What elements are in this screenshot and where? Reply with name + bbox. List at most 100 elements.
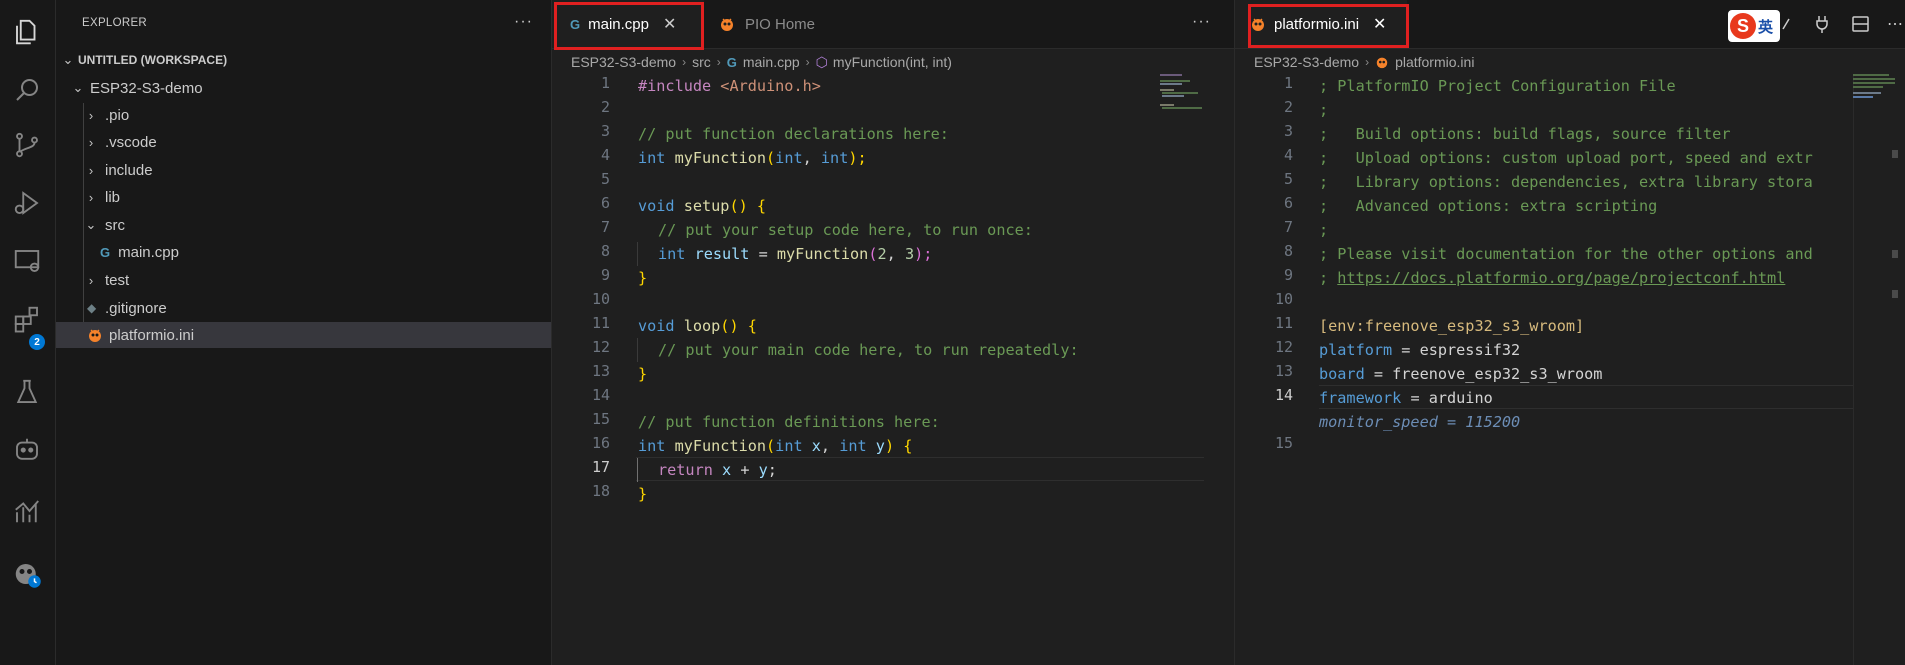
line-number-current: 14 xyxy=(1274,386,1293,404)
minimap[interactable] xyxy=(1845,74,1899,104)
tree-item-label: main.cpp xyxy=(118,243,179,261)
code-line: ; xyxy=(1319,101,1329,119)
chevron-right-icon: › xyxy=(88,189,94,205)
search-icon[interactable] xyxy=(9,72,45,108)
breadcrumb-item[interactable]: ESP32-S3-demo xyxy=(571,54,676,70)
overview-ruler-mark xyxy=(1892,150,1898,158)
tab-pio-home[interactable]: PIO Home xyxy=(707,0,907,48)
workspace-label: UNTITLED (WORKSPACE) xyxy=(78,53,228,67)
breadcrumb-item[interactable]: ESP32-S3-demo xyxy=(1254,54,1359,70)
line-number: 11 xyxy=(1274,314,1293,332)
line-number: 13 xyxy=(1274,362,1293,380)
code-line: void loop() { xyxy=(638,317,757,335)
explorer-icon[interactable] xyxy=(9,14,45,50)
workspace-header[interactable]: ⌄ UNTITLED (WORKSPACE) xyxy=(56,47,551,73)
copilot-icon[interactable] xyxy=(9,432,45,468)
tree-item-vscode[interactable]: › .vscode xyxy=(56,129,551,155)
highlight-box xyxy=(1248,4,1409,48)
code-line: ; Build options: build flags, source fil… xyxy=(1319,125,1731,143)
minimap[interactable] xyxy=(1160,74,1210,114)
activity-bar: 2 xyxy=(0,0,56,665)
extensions-icon[interactable] xyxy=(9,301,45,337)
tree-item-label: .gitignore xyxy=(105,299,167,317)
split-editor-icon[interactable] xyxy=(1851,14,1871,34)
remote-explorer-icon[interactable] xyxy=(9,243,45,279)
charts-icon[interactable] xyxy=(9,493,45,529)
line-number: 18 xyxy=(591,482,610,500)
platformio-icon[interactable] xyxy=(9,556,45,592)
code-area[interactable]: ; PlatformIO Project Configuration File … xyxy=(1319,74,1853,614)
tree-item-gitignore[interactable]: ◆ .gitignore xyxy=(56,295,551,321)
code-line: ; Upload options: custom upload port, sp… xyxy=(1319,149,1813,167)
line-number: 10 xyxy=(1274,290,1293,308)
line-number: 10 xyxy=(591,290,610,308)
overview-ruler-mark xyxy=(1892,290,1898,298)
testing-icon[interactable] xyxy=(9,374,45,410)
code-line: int result = myFunction(2, 3); xyxy=(658,245,933,263)
line-number: 15 xyxy=(591,410,610,428)
code-line: ; Library options: dependencies, extra l… xyxy=(1319,173,1813,191)
breadcrumb-item[interactable]: main.cpp xyxy=(743,54,800,70)
breadcrumb: ESP32-S3-demo › src › G main.cpp › ⬡ myF… xyxy=(571,53,952,71)
highlight-box xyxy=(554,2,704,50)
check-icon[interactable] xyxy=(1781,15,1797,33)
code-line: #include <Arduino.h> xyxy=(638,77,821,95)
code-line: } xyxy=(638,485,648,503)
platformio-file-icon xyxy=(1376,57,1388,69)
line-number: 8 xyxy=(600,242,610,260)
breadcrumb-item[interactable]: platformio.ini xyxy=(1395,54,1474,70)
chevron-right-icon: › xyxy=(88,272,94,288)
vertical-scrollbar[interactable] xyxy=(1853,74,1868,665)
line-number: 7 xyxy=(600,218,610,236)
plug-icon[interactable] xyxy=(1813,14,1831,34)
tree-item-main-cpp[interactable]: G main.cpp xyxy=(56,239,551,265)
tree-item-test[interactable]: › test xyxy=(56,267,551,293)
breadcrumb-item[interactable]: src xyxy=(692,54,711,70)
code-line: void setup() { xyxy=(638,197,767,215)
line-number: 3 xyxy=(1283,122,1293,140)
breadcrumb-item[interactable]: myFunction(int, int) xyxy=(833,54,952,70)
line-number: 4 xyxy=(600,146,610,164)
line-number: 3 xyxy=(600,122,610,140)
tree-item-project[interactable]: ⌄ ESP32-S3-demo xyxy=(56,75,551,101)
ime-indicator[interactable]: S 英 xyxy=(1728,10,1780,42)
sidebar-more-button[interactable]: ··· xyxy=(514,13,533,31)
chevron-right-icon: › xyxy=(88,107,94,123)
tree-item-label: test xyxy=(105,271,130,289)
source-control-icon[interactable] xyxy=(9,127,45,163)
code-line: framework = arduino xyxy=(1319,389,1493,407)
code-line: ; https://docs.platformio.org/page/proje… xyxy=(1319,269,1786,287)
overview-ruler-mark xyxy=(1892,250,1898,258)
line-number-current: 17 xyxy=(591,458,610,476)
line-number: 1 xyxy=(1283,74,1293,92)
line-number: 16 xyxy=(591,434,610,452)
tree-item-platformio-ini[interactable]: platformio.ini xyxy=(56,322,551,348)
line-number: 5 xyxy=(600,170,610,188)
breadcrumb: ESP32-S3-demo › platformio.ini xyxy=(1254,54,1475,70)
line-number: 13 xyxy=(591,362,610,380)
project-label: ESP32-S3-demo xyxy=(90,79,203,97)
more-actions-icon[interactable]: ⋯ xyxy=(1887,14,1903,34)
code-line: board = freenove_esp32_s3_wroom xyxy=(1319,365,1603,383)
platformio-file-icon xyxy=(89,329,101,342)
line-number: 6 xyxy=(1283,194,1293,212)
editor-more-button[interactable]: ··· xyxy=(1192,13,1211,31)
line-number: 14 xyxy=(591,386,610,404)
run-debug-icon[interactable] xyxy=(9,185,45,221)
code-line: // put your setup code here, to run once… xyxy=(658,221,1033,239)
tree-item-pio[interactable]: › .pio xyxy=(56,102,551,128)
code-line: // put function declarations here: xyxy=(638,125,949,143)
docs-link[interactable]: https://docs.platformio.org/page/project… xyxy=(1337,269,1785,287)
code-line: // put your main code here, to run repea… xyxy=(658,341,1079,359)
sidebar-title: EXPLORER xyxy=(82,17,148,29)
tab-label: PIO Home xyxy=(745,15,816,33)
code-line: return x + y; xyxy=(658,461,777,479)
chevron-down-icon: ⌄ xyxy=(72,80,84,95)
line-number: 12 xyxy=(1274,338,1293,356)
tree-item-lib[interactable]: › lib xyxy=(56,184,551,210)
tree-item-label: platformio.ini xyxy=(109,326,195,344)
code-area[interactable]: #include <Arduino.h> // put function dec… xyxy=(638,74,1204,614)
tree-item-include[interactable]: › include xyxy=(56,157,551,183)
method-icon: ⬡ xyxy=(815,53,828,70)
tree-item-src[interactable]: ⌄ src xyxy=(56,212,551,238)
